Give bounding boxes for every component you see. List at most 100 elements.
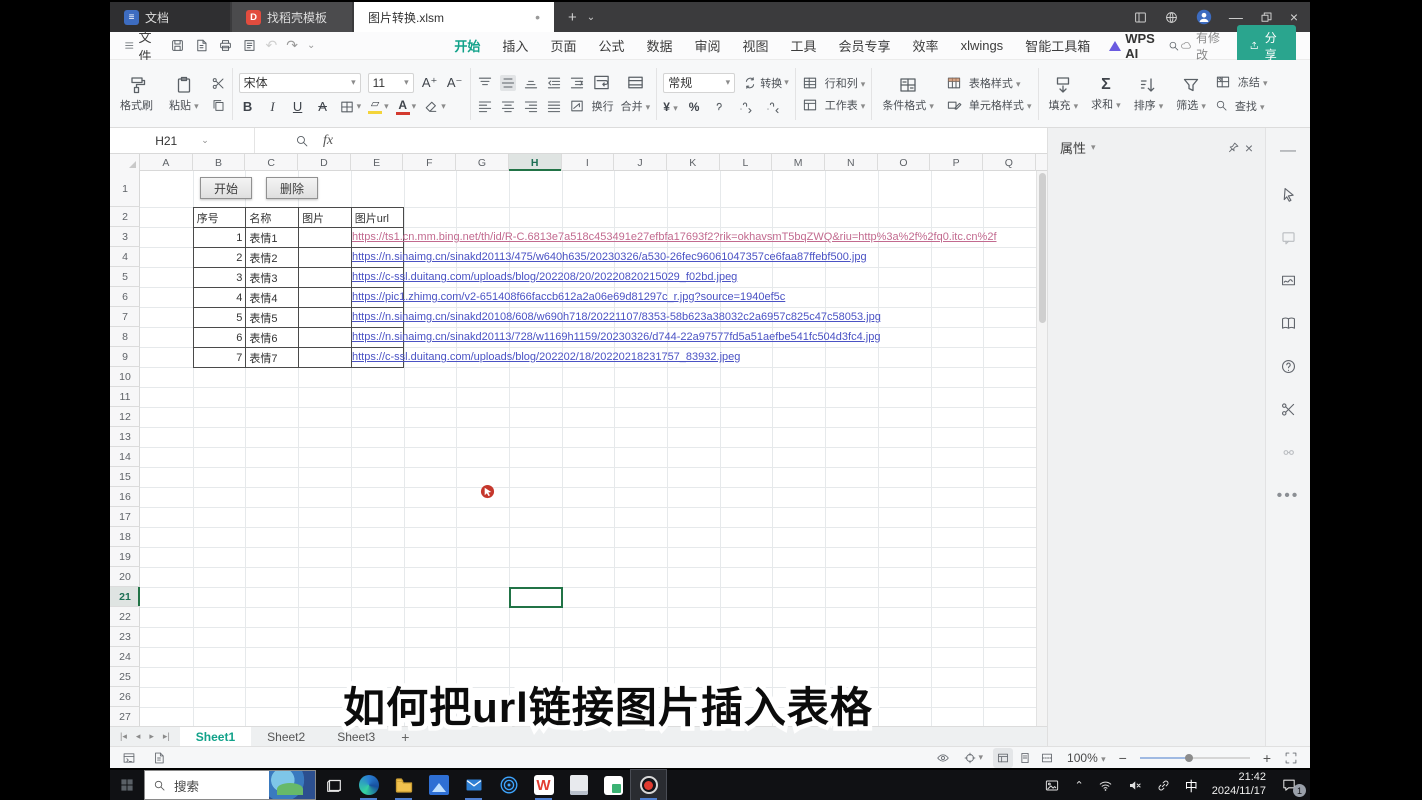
decrease-decimal-icon[interactable]: [737, 99, 753, 115]
zoom-level[interactable]: 100% ▾: [1067, 751, 1106, 765]
paste-button[interactable]: 粘贴 ▾: [165, 73, 203, 115]
taskbar-app-hotspot[interactable]: [491, 770, 526, 800]
taskbar-app-mail[interactable]: [456, 770, 491, 800]
save-icon[interactable]: [170, 38, 185, 53]
image-url-link[interactable]: https://c-ssl.duitang.com/uploads/blog/2…: [352, 347, 1032, 367]
column-header[interactable]: M: [772, 154, 825, 171]
clock[interactable]: 21:42 2024/11/17: [1212, 771, 1266, 799]
row-header[interactable]: 4: [110, 247, 140, 267]
strikethrough-button[interactable]: A: [314, 99, 332, 114]
undo-icon[interactable]: ↶: [266, 37, 278, 54]
table-header-cell[interactable]: 名称: [246, 208, 299, 228]
row-header[interactable]: 26: [110, 687, 140, 707]
convert-button[interactable]: 转换▾: [742, 75, 789, 91]
sheet-tab[interactable]: Sheet2: [251, 727, 321, 746]
search-icon[interactable]: [1168, 39, 1180, 53]
start-macro-button[interactable]: 开始: [200, 177, 252, 199]
table-cell[interactable]: 表情7: [246, 348, 299, 368]
image-url-link[interactable]: https://n.sinaimg.cn/sinakd20108/608/w69…: [352, 307, 1032, 327]
table-cell[interactable]: [299, 248, 352, 268]
image-url-link[interactable]: https://pic1.zhimg.com/v2-651408f66faccb…: [352, 287, 1032, 307]
table-style-button[interactable]: 表格样式 ▾: [946, 75, 1032, 91]
help-icon[interactable]: [1280, 358, 1297, 375]
column-header[interactable]: J: [614, 154, 667, 171]
ribbon-tab[interactable]: 会员专享: [828, 32, 902, 59]
ribbon-tab[interactable]: 审阅: [683, 32, 731, 59]
table-cell[interactable]: [299, 288, 352, 308]
row-header[interactable]: 27: [110, 707, 140, 726]
sum-button[interactable]: Σ 求和 ▾: [1087, 74, 1125, 114]
comment-icon[interactable]: [1280, 229, 1297, 246]
row-header[interactable]: 23: [110, 627, 140, 647]
ribbon-tab[interactable]: 页面: [539, 32, 587, 59]
table-cell[interactable]: [299, 308, 352, 328]
redo-icon[interactable]: ↷: [286, 37, 298, 54]
table-header-cell[interactable]: 序号: [194, 208, 247, 228]
grow-font-button[interactable]: A⁺: [421, 75, 439, 91]
vertical-scrollbar[interactable]: [1036, 171, 1047, 726]
shrink-font-button[interactable]: A⁻: [446, 75, 464, 91]
align-right-icon[interactable]: [523, 98, 539, 114]
export-icon[interactable]: [194, 38, 209, 53]
taskbar-app-notes[interactable]: [561, 770, 596, 800]
table-cell[interactable]: [299, 328, 352, 348]
row-header[interactable]: 2: [110, 207, 140, 227]
signature-icon[interactable]: [1280, 272, 1297, 289]
row-header[interactable]: 17: [110, 507, 140, 527]
currency-button[interactable]: ¥ ▾: [663, 100, 678, 114]
book-icon[interactable]: [1280, 315, 1297, 332]
ribbon-tab[interactable]: 公式: [587, 32, 635, 59]
table-cell[interactable]: 2: [194, 248, 247, 268]
image-url-link[interactable]: https://ts1.cn.mm.bing.net/th/id/R-C.681…: [352, 227, 1032, 247]
filter-button[interactable]: 筛选 ▾: [1172, 73, 1210, 115]
mute-icon[interactable]: [1127, 778, 1142, 793]
wrap-button[interactable]: 换行: [592, 98, 614, 114]
table-cell[interactable]: 5: [194, 308, 247, 328]
increase-indent-icon[interactable]: [569, 75, 585, 91]
ribbon-tab[interactable]: 工具: [780, 32, 828, 59]
file-menu[interactable]: 文件: [110, 27, 170, 65]
preview-icon[interactable]: [242, 38, 257, 53]
collapse-icon[interactable]: —: [1280, 142, 1296, 160]
borders-button[interactable]: ▾: [339, 99, 362, 115]
underline-button[interactable]: U: [289, 99, 307, 114]
next-sheet-icon[interactable]: ▸: [149, 731, 154, 742]
number-format-select[interactable]: 常规▾: [663, 73, 735, 93]
column-header[interactable]: G: [456, 154, 509, 171]
ribbon-tab[interactable]: 数据: [635, 32, 683, 59]
row-header[interactable]: 24: [110, 647, 140, 667]
align-center-icon[interactable]: [500, 98, 516, 114]
table-cell[interactable]: [299, 268, 352, 288]
taskbar-app-photos[interactable]: [421, 770, 456, 800]
scrollbar-thumb[interactable]: [1039, 173, 1046, 323]
panel-caret[interactable]: ▾: [1091, 142, 1096, 153]
row-header[interactable]: 9: [110, 347, 140, 367]
settings-icon[interactable]: [1280, 444, 1297, 461]
zoom-slider[interactable]: [1140, 757, 1250, 759]
doc-tab[interactable]: 找稻壳模板: [232, 2, 352, 32]
tab-list-caret[interactable]: ⌄: [587, 12, 595, 23]
column-header[interactable]: H: [509, 154, 562, 171]
merge-cells-icon[interactable]: [626, 73, 645, 92]
align-bottom-icon[interactable]: [523, 75, 539, 91]
highlight-color-button[interactable]: ▱▾: [368, 99, 389, 114]
row-header[interactable]: 12: [110, 407, 140, 427]
column-header[interactable]: Q: [983, 154, 1036, 171]
taskbar-app-wps[interactable]: W: [526, 770, 561, 800]
minimize-button[interactable]: —: [1229, 9, 1243, 25]
avatar[interactable]: [1195, 8, 1213, 26]
row-header[interactable]: 20: [110, 567, 140, 587]
table-cell[interactable]: 表情2: [246, 248, 299, 268]
name-box[interactable]: H21⌄: [110, 128, 255, 153]
wifi-icon[interactable]: [1098, 778, 1113, 793]
row-header[interactable]: 7: [110, 307, 140, 327]
freeze-button[interactable]: 冻结 ▾: [1215, 74, 1268, 90]
row-header[interactable]: 21: [110, 587, 140, 607]
font-family-select[interactable]: 宋体▾: [239, 73, 361, 93]
worksheet-button[interactable]: 工作表 ▾: [802, 97, 866, 113]
cell-canvas[interactable]: 开始 删除 序号名称图片图片url1表情12表情23表情34表情45表情56表情…: [140, 171, 1036, 726]
table-header-cell[interactable]: 图片: [299, 208, 352, 228]
row-header[interactable]: 19: [110, 547, 140, 567]
font-size-select[interactable]: 11▾: [368, 73, 414, 93]
table-cell[interactable]: 3: [194, 268, 247, 288]
